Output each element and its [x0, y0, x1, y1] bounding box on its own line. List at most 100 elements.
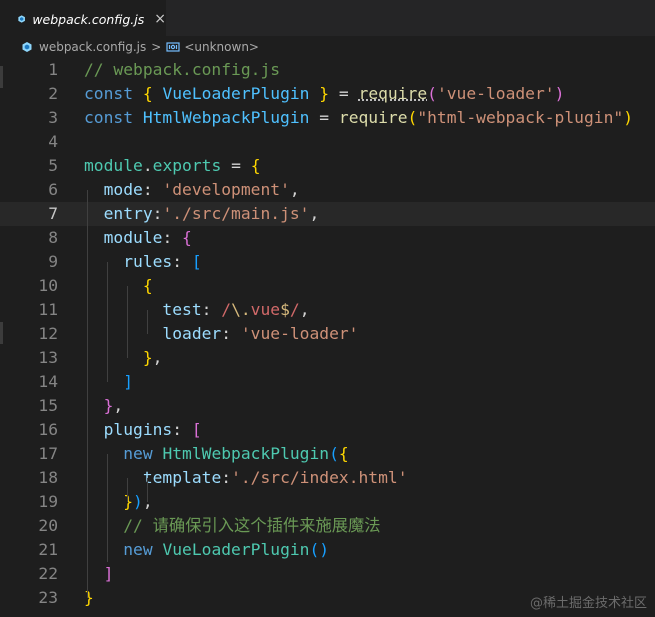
code-token: VueLoaderPlugin — [162, 540, 310, 559]
code-line[interactable]: 17 new HtmlWebpackPlugin({ — [0, 442, 655, 466]
code-line[interactable]: 6 mode: 'development', — [0, 178, 655, 202]
code-line[interactable]: 10 { — [0, 274, 655, 298]
code-token: 'vue-loader' — [240, 324, 359, 343]
line-number: 7 — [48, 204, 58, 223]
code-text: loader: 'vue-loader' — [84, 322, 359, 346]
line-number: 18 — [38, 468, 58, 487]
code-token: ] — [123, 372, 134, 391]
code-token: , — [113, 396, 124, 415]
indent-guide — [147, 310, 148, 334]
code-token: './src/index.html' — [231, 468, 408, 487]
code-line[interactable]: 14 ] — [0, 370, 655, 394]
line-number: 15 — [38, 396, 58, 415]
code-token: , — [299, 300, 310, 319]
code-token: './src/main.js' — [162, 204, 310, 223]
line-number: 3 — [48, 108, 58, 127]
code-token: HtmlWebpackPlugin — [162, 444, 330, 463]
code-text: rules: [ — [84, 250, 202, 274]
indent-guide — [87, 190, 88, 598]
code-line[interactable]: 11 test: /\.vue$/, — [0, 298, 655, 322]
line-number: 22 — [38, 564, 58, 583]
code-text: const { VueLoaderPlugin } = require('vue… — [84, 82, 564, 106]
code-text: }), — [84, 490, 152, 514]
code-token: 'vue-loader' — [436, 84, 555, 103]
line-number: 9 — [48, 252, 58, 271]
line-number: 8 — [48, 228, 58, 247]
code-token: } — [103, 396, 114, 415]
line-number: 23 — [38, 588, 58, 607]
code-line[interactable]: 16 plugins: [ — [0, 418, 655, 442]
code-token: { — [250, 156, 261, 175]
breadcrumb-file[interactable]: webpack.config.js — [39, 40, 146, 54]
code-text: }, — [84, 346, 163, 370]
code-token: { — [142, 276, 153, 295]
code-text: new HtmlWebpackPlugin({ — [84, 442, 348, 466]
code-text: mode: 'development', — [84, 178, 300, 202]
close-icon[interactable]: × — [154, 11, 166, 27]
code-line[interactable]: 20 // 请确保引入这个插件来施展魔法 — [0, 514, 655, 538]
line-number: 16 — [38, 420, 58, 439]
scroll-marker — [0, 322, 3, 344]
code-token: } — [123, 492, 134, 511]
line-number: 20 — [38, 516, 58, 535]
code-token: , — [152, 348, 163, 367]
code-token: / — [289, 300, 300, 319]
code-text: // 请确保引入这个插件来施展魔法 — [84, 514, 381, 538]
code-line[interactable]: 19 }), — [0, 490, 655, 514]
code-token: ) — [554, 84, 565, 103]
code-text: test: /\.vue$/, — [84, 298, 310, 322]
indent-guide — [147, 478, 148, 502]
code-token: const — [84, 108, 143, 127]
code-line[interactable]: 5 module.exports = { — [0, 154, 655, 178]
code-token: = — [221, 156, 251, 175]
code-token: mode — [103, 180, 143, 199]
code-line[interactable]: 7 entry:'./src/main.js', — [0, 202, 655, 226]
line-number: 19 — [38, 492, 58, 511]
code-token: { — [142, 84, 163, 103]
code-line[interactable]: 9 rules: [ — [0, 250, 655, 274]
line-number: 12 — [38, 324, 58, 343]
code-line[interactable]: 22 ] — [0, 562, 655, 586]
code-line[interactable]: 8 module: { — [0, 226, 655, 250]
line-number: 21 — [38, 540, 58, 559]
code-line[interactable]: 21 new VueLoaderPlugin() — [0, 538, 655, 562]
tab-webpack-config[interactable]: webpack.config.js × — [0, 0, 166, 37]
code-line[interactable]: 1 // webpack.config.js — [0, 58, 655, 82]
code-text: template:'./src/index.html' — [84, 466, 408, 490]
code-text: new VueLoaderPlugin() — [84, 538, 329, 562]
code-token: test — [162, 300, 202, 319]
line-number: 10 — [38, 276, 58, 295]
code-token: [ — [191, 420, 202, 439]
code-token: } — [309, 84, 330, 103]
code-editor[interactable]: 23} 22 ] 21 new VueLoaderPlugin() 20 // 请确保… — [0, 58, 655, 617]
code-token: : — [142, 180, 163, 199]
breadcrumb-symbol[interactable]: <unknown> — [184, 40, 259, 54]
code-line[interactable]: 13 }, — [0, 346, 655, 370]
code-line[interactable]: 4 — [0, 130, 655, 154]
code-line[interactable]: 18 template:'./src/index.html' — [0, 466, 655, 490]
indent-guide — [107, 262, 108, 382]
code-line[interactable]: 3 const HtmlWebpackPlugin = require("html… — [0, 106, 655, 130]
code-line[interactable]: 2 const { VueLoaderPlugin } = require('vu… — [0, 82, 655, 106]
code-token: [ — [191, 252, 202, 271]
code-token: \. — [231, 300, 251, 319]
code-token: "html-webpack-plugin" — [417, 108, 624, 127]
code-token: module — [84, 156, 143, 175]
code-token: new — [123, 540, 163, 559]
watermark: @稀土掘金技术社区 — [529, 596, 647, 611]
code-token: $ — [280, 300, 290, 319]
code-line[interactable]: 12 loader: 'vue-loader' — [0, 322, 655, 346]
code-line[interactable]: 15 }, — [0, 394, 655, 418]
code-token: : — [162, 228, 183, 247]
code-token: ( — [329, 444, 339, 463]
code-token: = — [309, 108, 339, 127]
line-number: 5 — [48, 156, 58, 175]
code-token: // 请确保引入这个插件来施展魔法 — [123, 516, 381, 535]
